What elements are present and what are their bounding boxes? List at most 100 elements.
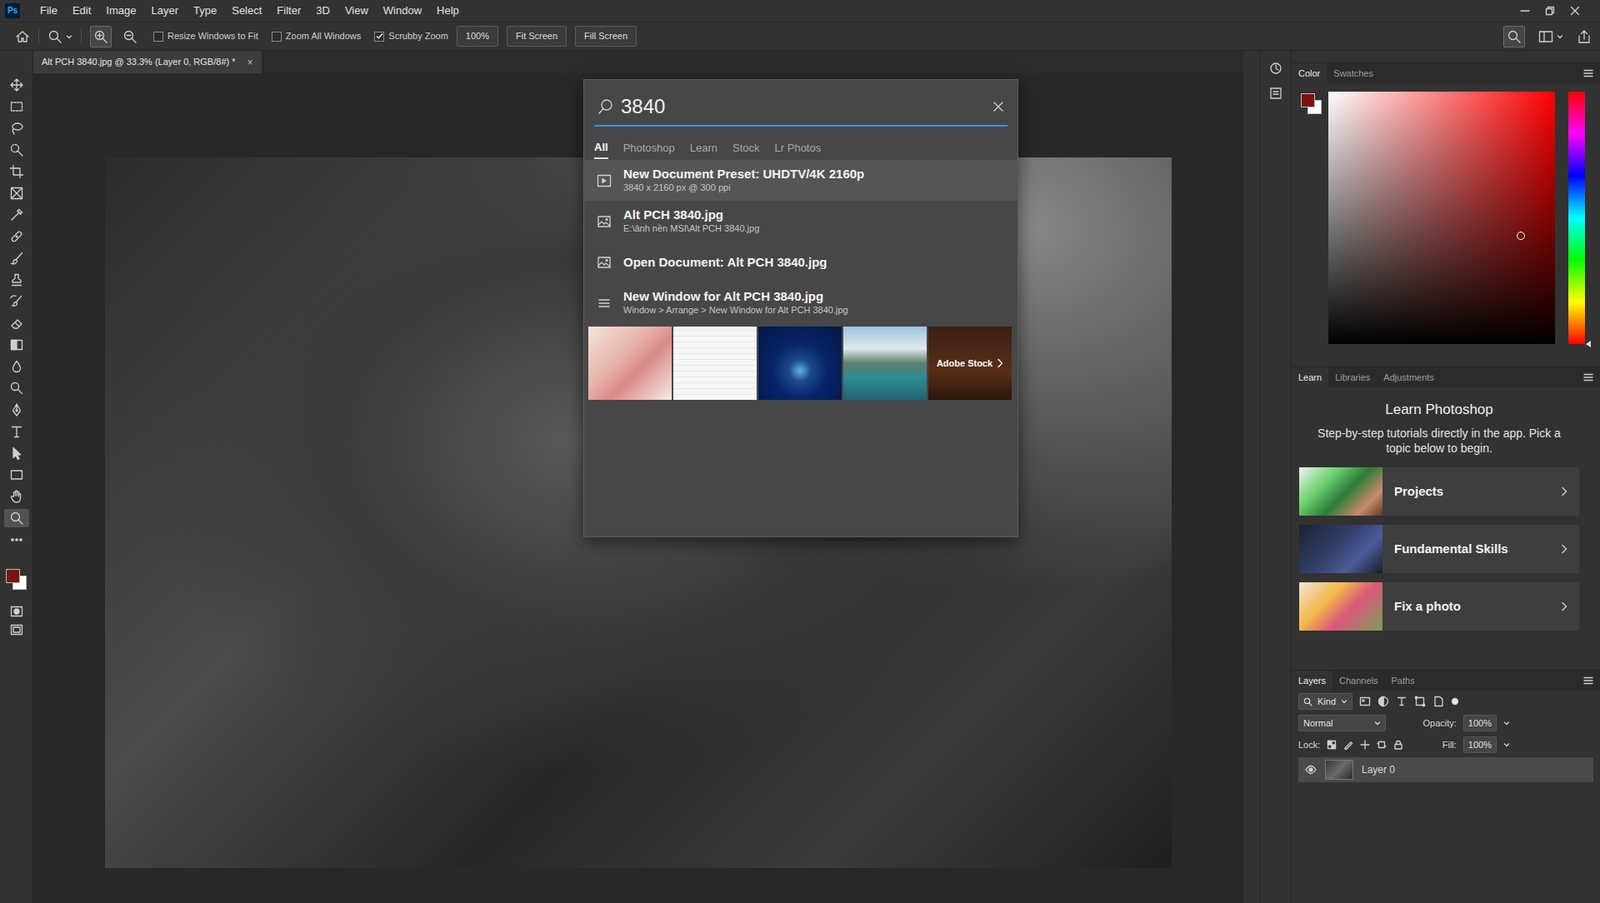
minimize-icon[interactable]	[1520, 5, 1530, 16]
menu-item[interactable]: Window	[376, 0, 429, 21]
panel-tab[interactable]: Libraries	[1328, 367, 1377, 388]
tool-button[interactable]	[4, 227, 30, 246]
menu-item[interactable]: View	[338, 0, 375, 21]
dodge-icon[interactable]	[9, 380, 25, 396]
tool-button[interactable]	[4, 162, 30, 181]
move-icon[interactable]	[9, 77, 25, 93]
topic-label[interactable]: Fix a photo	[1394, 597, 1461, 617]
result-title[interactable]: Alt PCH 3840.jpg	[623, 207, 760, 223]
app-logo[interactable]: Ps	[5, 3, 20, 19]
shape-filter-icon[interactable]	[1414, 695, 1426, 708]
panel-tab[interactable]: Learn	[1291, 367, 1329, 388]
workspace-icon[interactable]	[1538, 29, 1554, 45]
menu-item[interactable]: Type	[186, 0, 224, 21]
search-result[interactable]: Alt PCH 3840.jpgE:\ảnh nền MSI\Alt PCH 3…	[584, 200, 1018, 242]
history-brush-icon[interactable]	[9, 294, 25, 310]
zoom-percent-button[interactable]: 100%	[456, 25, 499, 47]
topic-label[interactable]: Fundamental Skills	[1394, 540, 1509, 560]
dropdown-caret-icon[interactable]	[1503, 720, 1510, 727]
gradient-icon[interactable]	[9, 337, 25, 353]
layer-name[interactable]: Layer 0	[1361, 762, 1395, 778]
tool-button[interactable]	[4, 205, 30, 225]
tool-button[interactable]	[4, 422, 30, 441]
color-field[interactable]	[1328, 91, 1555, 345]
tool-button[interactable]	[4, 292, 30, 311]
panel-tab[interactable]: Adjustments	[1376, 367, 1441, 388]
fill-field[interactable]: 100%	[1463, 736, 1497, 755]
panel-menu-icon[interactable]	[1583, 68, 1594, 79]
filter-kind-dropdown[interactable]: Kind	[1298, 693, 1353, 711]
topic-label[interactable]: Projects	[1394, 482, 1444, 502]
menu-item[interactable]: Edit	[65, 0, 98, 21]
panel-tab[interactable]: Layers	[1291, 670, 1333, 691]
eyedropper-icon[interactable]	[9, 207, 25, 223]
search-result[interactable]: New Document Preset: UHDTV/4K 2160p3840 …	[584, 160, 1018, 201]
menu-item[interactable]: Layer	[145, 0, 186, 21]
checkbox-label[interactable]: Scrubby Zoom	[388, 29, 449, 44]
tool-button[interactable]	[4, 314, 30, 333]
search-input[interactable]	[620, 91, 986, 122]
quick-select-icon[interactable]	[9, 142, 25, 158]
quick-mask-icon[interactable]	[9, 604, 25, 620]
stock-thumbnail[interactable]	[673, 326, 757, 400]
restore-icon[interactable]	[1545, 5, 1555, 16]
tool-button[interactable]	[4, 184, 30, 203]
checkbox-label[interactable]: Zoom All Windows	[285, 29, 361, 44]
menu-item[interactable]: Help	[430, 0, 466, 21]
checkbox[interactable]	[271, 31, 282, 42]
edit-toolbar-icon[interactable]	[9, 532, 25, 548]
healing-brush-icon[interactable]	[9, 229, 25, 245]
tool-button[interactable]	[4, 140, 30, 160]
adjustment-filter-icon[interactable]	[1377, 695, 1390, 708]
chevron-right-icon[interactable]	[1560, 544, 1570, 555]
panel-tab[interactable]: Paths	[1385, 670, 1422, 691]
tool-button[interactable]	[4, 357, 30, 376]
menu-item[interactable]: Select	[225, 0, 269, 21]
share-icon[interactable]	[1576, 29, 1592, 45]
hand-icon[interactable]	[9, 489, 25, 505]
tool-button[interactable]	[4, 530, 30, 550]
home-icon[interactable]	[15, 29, 30, 45]
menu-item[interactable]: File	[33, 0, 65, 21]
stock-thumbnail[interactable]	[588, 326, 672, 400]
menu-item[interactable]: Image	[99, 0, 143, 21]
blur-icon[interactable]	[9, 359, 25, 375]
color-marker[interactable]	[1516, 231, 1525, 240]
tool-button[interactable]	[4, 379, 30, 398]
checkbox-label[interactable]: Resize Windows to Fit	[167, 29, 259, 44]
marquee-icon[interactable]	[9, 99, 25, 115]
stock-thumbnail[interactable]	[843, 326, 927, 400]
panel-tab[interactable]: Swatches	[1326, 63, 1380, 84]
blend-mode-dropdown[interactable]: Normal	[1298, 715, 1386, 733]
dropdown-caret-icon[interactable]	[1503, 741, 1510, 749]
zoom-tool-preset[interactable]	[47, 29, 73, 45]
search-icon[interactable]	[1503, 25, 1525, 48]
dropdown-caret-icon[interactable]	[1374, 720, 1381, 727]
document-title[interactable]: Alt PCH 3840.jpg @ 33.3% (Layer 0, RGB/8…	[41, 55, 236, 70]
stock-thumbnail[interactable]	[758, 326, 842, 400]
crop-icon[interactable]	[9, 164, 25, 180]
clone-stamp-icon[interactable]	[9, 272, 25, 288]
eye-icon[interactable]	[1305, 764, 1317, 776]
tool-button[interactable]	[4, 400, 30, 420]
layer-row[interactable]: Layer 0	[1298, 757, 1594, 783]
path-selection-icon[interactable]	[9, 445, 25, 461]
hue-slider[interactable]	[1568, 91, 1585, 345]
tool-button[interactable]	[4, 487, 30, 506]
tool-button[interactable]	[4, 75, 30, 95]
checkbox-option[interactable]: Scrubby Zoom	[374, 29, 449, 44]
search-result[interactable]: New Window for Alt PCH 3840.jpgWindow > …	[584, 282, 1018, 324]
lasso-icon[interactable]	[9, 120, 25, 136]
lock-artboard-icon[interactable]	[1376, 740, 1387, 750]
zoom-button[interactable]: Fit Screen	[506, 25, 567, 47]
screen-mode-icon[interactable]	[9, 622, 25, 638]
search-result[interactable]: Open Document: Alt PCH 3840.jpg	[584, 241, 1018, 283]
hue-marker[interactable]	[1585, 340, 1591, 348]
dropdown-caret-icon[interactable]	[1556, 33, 1564, 40]
adobe-stock-label[interactable]: Adobe Stock	[936, 356, 993, 371]
tool-button[interactable]	[4, 270, 30, 290]
lock-image-icon[interactable]	[1343, 740, 1354, 750]
checkbox-option[interactable]: Zoom All Windows	[271, 29, 361, 44]
result-title[interactable]: New Window for Alt PCH 3840.jpg	[623, 289, 849, 305]
panel-tab[interactable]: Channels	[1332, 670, 1385, 691]
